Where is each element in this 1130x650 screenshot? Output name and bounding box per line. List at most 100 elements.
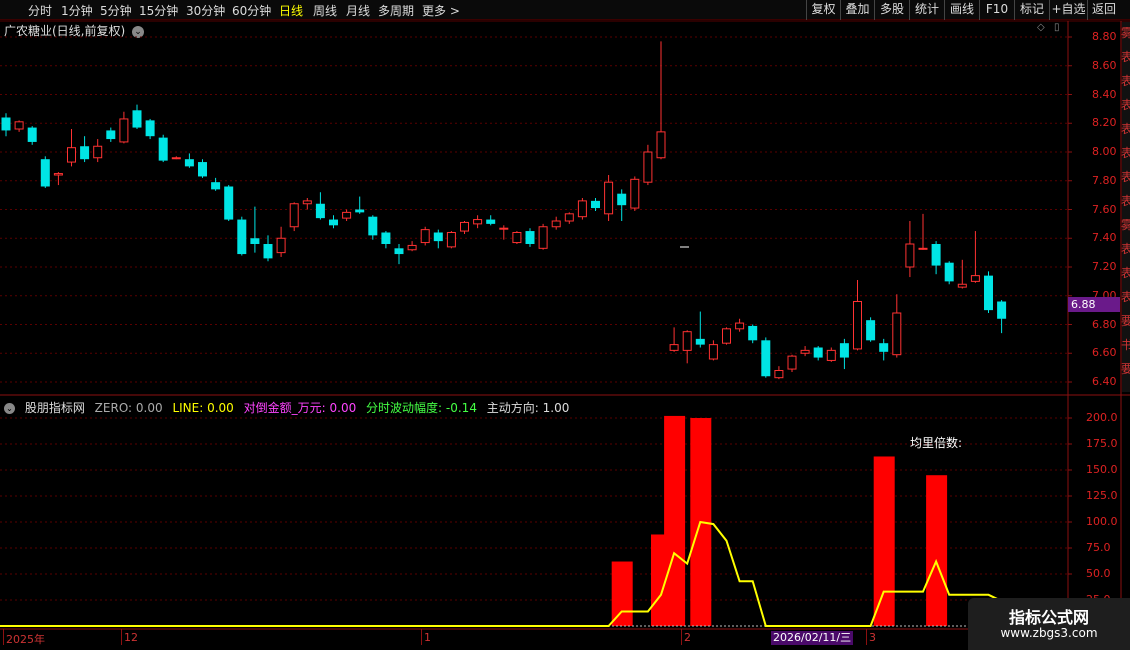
indicator-axis-label: 175.0	[1086, 437, 1118, 450]
candle-body	[446, 232, 456, 248]
candle-body	[80, 146, 90, 160]
candle-body	[1, 117, 11, 131]
side-text-char: 雾	[1121, 26, 1130, 40]
candle-body	[656, 131, 666, 159]
candle-body	[774, 370, 784, 379]
candle-body	[499, 227, 509, 230]
watermark-url: www.zbgs3.com	[1000, 626, 1098, 640]
side-text-char: 要	[1121, 314, 1130, 328]
candle-body	[119, 118, 129, 143]
indicator-axis-label: 50.0	[1086, 567, 1111, 580]
candle-body	[512, 232, 522, 244]
indicator-axis-label: 100.0	[1086, 515, 1118, 528]
candle-body	[551, 220, 561, 228]
side-text-char: 表	[1121, 98, 1130, 112]
candle-body	[604, 181, 614, 215]
candle-body	[957, 283, 967, 288]
price-axis-label: 7.60	[1092, 202, 1117, 216]
price-axis-label: 7.80	[1092, 173, 1117, 187]
price-axis-label: 8.80	[1092, 30, 1117, 43]
price-axis-label: 7.40	[1092, 231, 1117, 245]
indicator-zero: ZERO: 0.00	[94, 401, 163, 415]
candle-body	[329, 219, 338, 226]
date-axis-label: 1	[424, 631, 431, 644]
candle-body	[866, 320, 876, 341]
candle-body	[970, 275, 980, 282]
candle-body	[918, 247, 928, 250]
candle-body	[538, 226, 548, 249]
price-axis-label: 6.40	[1092, 375, 1117, 388]
candle-body	[368, 216, 378, 236]
side-text-char: 雾	[1121, 218, 1130, 232]
candle-body	[106, 130, 116, 140]
candle-body	[826, 349, 836, 361]
indicator-amount: 对倒金额_万元: 0.00	[243, 401, 357, 415]
price-axis-label: 8.20	[1092, 116, 1117, 130]
candle-body	[355, 209, 365, 213]
candle-body	[40, 159, 50, 187]
indicator-axis-label: 200.0	[1086, 411, 1118, 424]
candle-body	[145, 120, 155, 137]
candle-body	[302, 200, 312, 205]
candle-body	[813, 347, 823, 358]
indicator-name: 股朋指标网	[24, 401, 85, 415]
candle-body	[460, 221, 469, 232]
date-tick	[681, 629, 682, 645]
indicator-axis-label: 150.0	[1086, 463, 1118, 476]
indicator-line	[0, 520, 1015, 627]
date-tick	[866, 629, 867, 645]
candle-body	[669, 344, 679, 351]
date-axis-label: 2	[684, 631, 691, 644]
side-text-char: 书	[1121, 338, 1130, 352]
candle-body	[486, 219, 496, 224]
ratio-annotation: 均里倍数:	[910, 436, 963, 450]
candle-body	[132, 110, 142, 128]
candle-body	[944, 262, 954, 282]
price-axis-label: 6.60	[1092, 346, 1117, 360]
side-text-char: 表	[1121, 290, 1130, 304]
date-tick	[121, 629, 122, 645]
chevron-down-icon[interactable]: ⌄	[4, 403, 15, 414]
indicator-title: ⌄ 股朋指标网 ZERO: 0.00 LINE: 0.00 对倒金额_万元: 0…	[4, 399, 575, 416]
candle-body	[342, 211, 352, 219]
candle-body	[695, 338, 705, 345]
candle-body	[407, 244, 417, 251]
price-axis-label: 8.40	[1092, 87, 1117, 101]
candle-body	[420, 229, 430, 244]
indicator-fluct: 分时波动幅度: -0.14	[366, 401, 477, 415]
watermark: 指标公式网 www.zbgs3.com	[968, 598, 1130, 650]
price-axis-label: 8.00	[1092, 145, 1117, 158]
candle-body	[27, 127, 37, 142]
date-tick	[3, 629, 4, 645]
candle-body	[171, 157, 181, 160]
candle-body	[905, 243, 915, 268]
side-text-char: 表	[1121, 50, 1130, 64]
date-axis-label: 12	[124, 631, 138, 644]
candle-body	[473, 219, 483, 225]
candle-body	[184, 159, 194, 167]
selected-date: 2026/02/11/三	[771, 631, 854, 645]
side-text-char: 表	[1121, 194, 1130, 208]
candle-body	[735, 322, 745, 330]
candle-body	[800, 349, 810, 354]
indicator-axis-label: 75.0	[1086, 541, 1111, 554]
watermark-title: 指标公式网	[1008, 608, 1089, 627]
candle-body	[984, 275, 993, 311]
price-chart[interactable]	[0, 0, 1130, 650]
candle-body	[630, 178, 640, 209]
candle-body	[722, 328, 731, 344]
indicator-direction: 主动方向: 1.00	[486, 401, 570, 415]
candle-body	[748, 325, 758, 341]
side-text-char: 表	[1121, 242, 1130, 256]
side-text-char: 表	[1121, 122, 1130, 136]
candle-body	[289, 203, 299, 228]
candle-body	[997, 301, 1007, 319]
candle-body	[839, 343, 849, 358]
side-text-char: 表	[1121, 146, 1130, 160]
indicator-bar	[611, 561, 633, 626]
candle-body	[591, 200, 600, 209]
candle-body	[250, 238, 260, 244]
indicator-line: LINE: 0.00	[172, 401, 234, 415]
candle-body	[67, 147, 76, 163]
candle-body	[892, 312, 902, 356]
